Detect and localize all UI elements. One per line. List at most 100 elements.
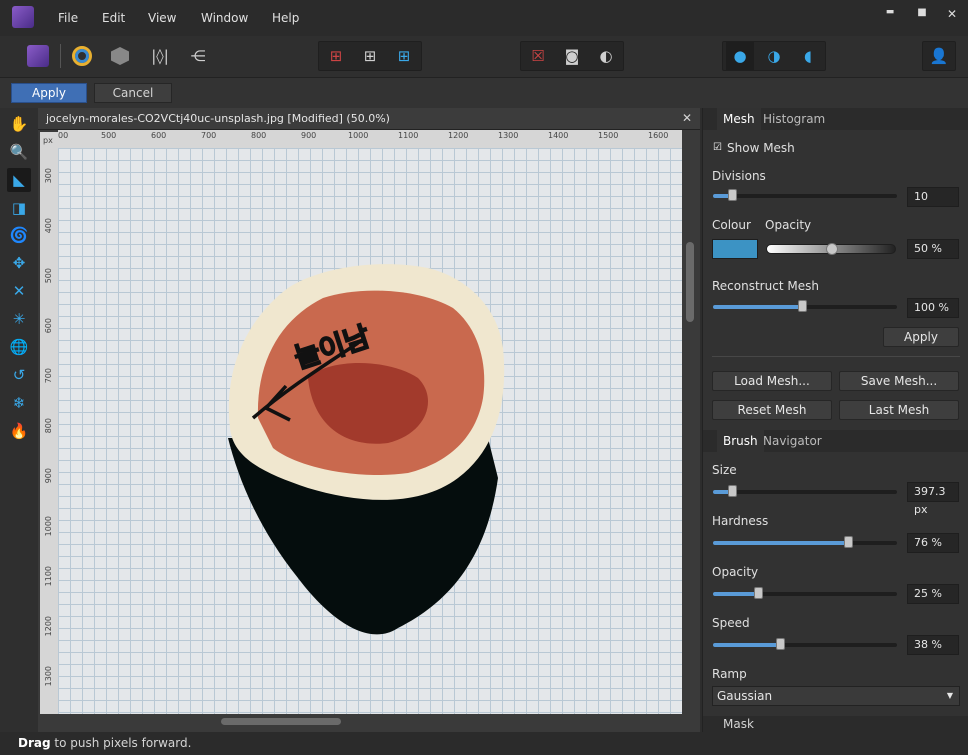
ruler-label: 900 bbox=[301, 131, 317, 140]
hardness-slider[interactable] bbox=[713, 536, 897, 548]
load-mesh-button[interactable]: Load Mesh... bbox=[712, 371, 832, 391]
ruler-label: 00 bbox=[58, 131, 69, 140]
minimize-button[interactable]: ▬ bbox=[882, 7, 898, 25]
ramp-value: Gaussian bbox=[717, 689, 773, 703]
reconstruct-mesh-label: Reconstruct Mesh bbox=[712, 279, 819, 293]
ruler-label: 1300 bbox=[44, 666, 53, 687]
tab-mesh[interactable]: Mesh bbox=[717, 108, 761, 130]
size-label: Size bbox=[712, 463, 737, 477]
save-mesh-button[interactable]: Save Mesh... bbox=[839, 371, 959, 391]
opacity-label: Opacity bbox=[765, 218, 812, 232]
brush-opacity-slider[interactable] bbox=[713, 587, 897, 599]
ruler-label: 700 bbox=[44, 368, 53, 384]
reconstruct-slider[interactable] bbox=[713, 300, 897, 312]
ruler-label: 1300 bbox=[498, 131, 519, 140]
grid-clear-icon[interactable]: ⊞ bbox=[322, 42, 350, 70]
affinity-photo-logo bbox=[12, 6, 34, 28]
mesh-colour-swatch[interactable] bbox=[712, 239, 758, 259]
document-tab[interactable]: jocelyn-morales-CO2VCtj40uc-unsplash.jpg… bbox=[38, 108, 700, 130]
close-window-button[interactable]: ✕ bbox=[944, 7, 960, 25]
mask-invert-icon[interactable]: ◐ bbox=[592, 42, 620, 70]
ruler-label: 300 bbox=[44, 168, 53, 184]
liquify-push-forward-icon[interactable]: ◣ bbox=[7, 168, 31, 192]
ruler-unit: px bbox=[40, 132, 58, 148]
reconstruct-apply-button[interactable]: Apply bbox=[883, 327, 959, 347]
reset-mesh-button[interactable]: Reset Mesh bbox=[712, 400, 832, 420]
hardness-value[interactable]: 76 % bbox=[907, 533, 959, 553]
document-title: jocelyn-morales-CO2VCtj40uc-unsplash.jpg… bbox=[46, 112, 390, 125]
mask-panel-tabs: Mask bbox=[703, 716, 968, 732]
brush-opacity-value[interactable]: 25 % bbox=[907, 584, 959, 604]
brush-opacity-label: Opacity bbox=[712, 565, 759, 579]
opacity-value[interactable]: 50 % bbox=[907, 239, 959, 259]
liquify-thaw-icon[interactable]: 🔥 bbox=[7, 419, 31, 443]
ruler-label: 1400 bbox=[548, 131, 569, 140]
reconstruct-value[interactable]: 100 % bbox=[907, 298, 959, 318]
apply-button[interactable]: Apply bbox=[11, 83, 87, 103]
liquify-freeze-icon[interactable]: ❄ bbox=[7, 391, 31, 415]
fig-image bbox=[228, 264, 505, 635]
ruler-label: 800 bbox=[44, 418, 53, 434]
grid-up-icon[interactable]: ⊞ bbox=[356, 42, 384, 70]
menu-help[interactable]: Help bbox=[272, 11, 299, 25]
chevron-down-icon: ▼ bbox=[946, 691, 953, 700]
close-document-button[interactable]: ✕ bbox=[682, 111, 692, 125]
quick-mask-off-icon[interactable]: ☒ bbox=[524, 42, 552, 70]
ramp-select[interactable]: Gaussian ▼ bbox=[712, 686, 960, 706]
liquify-turbulence-icon[interactable]: ✳ bbox=[7, 307, 31, 331]
view-hand-icon[interactable]: ✋ bbox=[7, 112, 31, 136]
menu-edit[interactable]: Edit bbox=[102, 11, 125, 25]
user-account-icon[interactable]: 👤 bbox=[925, 42, 953, 70]
view-mode-single-icon[interactable]: ● bbox=[726, 42, 754, 70]
liquify-twirl-icon[interactable]: 🌀 bbox=[7, 223, 31, 247]
quick-mask-icon[interactable]: ◙ bbox=[558, 42, 586, 70]
view-mode-split-icon[interactable]: ◑ bbox=[760, 42, 788, 70]
develop-persona-icon[interactable] bbox=[68, 42, 96, 70]
zoom-icon[interactable]: 🔍 bbox=[7, 140, 31, 164]
show-mesh-checkbox[interactable]: ☑ bbox=[713, 142, 722, 153]
maximize-button[interactable]: ■ bbox=[914, 7, 930, 25]
speed-slider[interactable] bbox=[713, 638, 897, 650]
speed-value[interactable]: 38 % bbox=[907, 635, 959, 655]
menu-window[interactable]: Window bbox=[201, 11, 248, 25]
divisions-label: Divisions bbox=[712, 169, 766, 183]
show-mesh-label: Show Mesh bbox=[727, 141, 795, 155]
size-value[interactable]: 397.3 px bbox=[907, 482, 959, 516]
tone-mapping-persona-icon[interactable]: |◊| bbox=[146, 42, 174, 70]
view-mode-mirror-icon[interactable]: ◖ bbox=[794, 42, 822, 70]
last-mesh-button[interactable]: Last Mesh bbox=[839, 400, 959, 420]
divisions-value[interactable]: 10 bbox=[907, 187, 959, 207]
menu-file[interactable]: File bbox=[58, 11, 78, 25]
vertical-ruler: 300 400 500 600 700 800 900 1000 1100 12… bbox=[40, 148, 58, 714]
hardness-label: Hardness bbox=[712, 514, 769, 528]
liquify-pinch-icon[interactable]: ✥ bbox=[7, 251, 31, 275]
liquify-mesh-clone-icon[interactable]: 🌐 bbox=[7, 335, 31, 359]
tab-mask[interactable]: Mask bbox=[717, 716, 760, 732]
horizontal-ruler: 00 500 600 700 800 900 1000 1100 1200 13… bbox=[58, 130, 682, 148]
liquify-punch-icon[interactable]: ✕ bbox=[7, 279, 31, 303]
size-slider[interactable] bbox=[713, 485, 897, 497]
tab-histogram[interactable]: Histogram bbox=[757, 108, 831, 130]
document-view: jocelyn-morales-CO2VCtj40uc-unsplash.jpg… bbox=[38, 108, 700, 732]
liquify-persona-icon[interactable] bbox=[106, 42, 134, 70]
horizontal-scrollbar[interactable] bbox=[38, 714, 682, 732]
liquify-reconstruct-icon[interactable]: ↺ bbox=[7, 363, 31, 387]
photo-persona-icon[interactable] bbox=[24, 42, 52, 70]
tab-navigator[interactable]: Navigator bbox=[757, 430, 828, 452]
divisions-slider[interactable] bbox=[713, 189, 897, 201]
canvas[interactable]: 늘이남 bbox=[58, 148, 682, 714]
ruler-label: 600 bbox=[44, 318, 53, 334]
ruler-label: 1000 bbox=[348, 131, 369, 140]
cancel-button[interactable]: Cancel bbox=[94, 83, 172, 103]
context-toolbar: Apply Cancel bbox=[0, 78, 968, 108]
liquify-push-left-icon[interactable]: ◨ bbox=[7, 196, 31, 220]
opacity-slider[interactable] bbox=[766, 243, 896, 255]
grid-down-icon[interactable]: ⊞ bbox=[390, 42, 418, 70]
status-bar: Drag to push pixels forward. bbox=[0, 732, 968, 755]
menu-view[interactable]: View bbox=[148, 11, 176, 25]
brush-panel-tabs: Brush Navigator bbox=[703, 430, 968, 452]
tools-panel: ✋ 🔍 ◣ ◨ 🌀 ✥ ✕ ✳ 🌐 ↺ ❄ 🔥 bbox=[0, 108, 38, 732]
export-persona-icon[interactable]: ⋲ bbox=[184, 42, 212, 70]
ruler-label: 1200 bbox=[44, 616, 53, 637]
vertical-scrollbar[interactable] bbox=[682, 130, 700, 714]
